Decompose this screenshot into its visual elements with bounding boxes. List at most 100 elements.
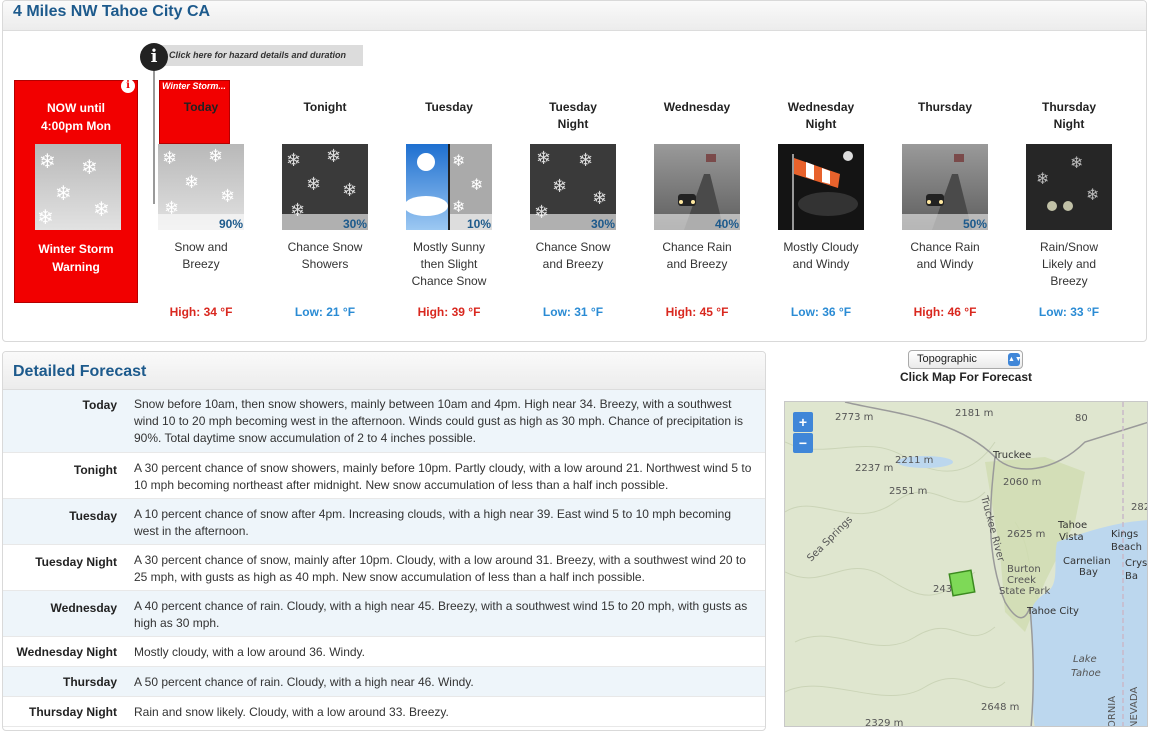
- forecast-row: Wednesday A 40 percent chance of rain. C…: [3, 591, 765, 637]
- period-temperature: High: 39 °F: [417, 305, 481, 319]
- map-layer-value: Topographic: [917, 353, 977, 365]
- svg-text:2060 m: 2060 m: [1003, 477, 1041, 488]
- period-name: Wednesday: [663, 100, 731, 114]
- map-canvas[interactable]: 2773 m 2181 m 80 2237 m 2211 m Truckee 2…: [785, 402, 1148, 727]
- hazard-period: NOW until 4:00pm Mon: [40, 101, 111, 133]
- svg-text:Kings: Kings: [1111, 529, 1138, 540]
- svg-text:Crys: Crys: [1125, 558, 1147, 569]
- svg-text:❄: ❄: [306, 174, 321, 195]
- period-tonight[interactable]: Tonight ❄ ❄ ❄ ❄ ❄ 30% Chance Snow Showers Low…: [270, 99, 380, 319]
- period-temperature: High: 45 °F: [665, 305, 729, 319]
- svg-text:❄: ❄: [1086, 185, 1099, 204]
- period-wednesday-night[interactable]: Wednesday Night Mostly Cloudy and Windy Lo…: [766, 99, 876, 319]
- svg-text:2181 m: 2181 m: [955, 408, 993, 419]
- precip-chance: 40%: [714, 217, 739, 231]
- period-name: Wednesday: [787, 100, 855, 114]
- forecast-row: Wednesday Night Mostly cloudy, with a lo…: [3, 637, 765, 667]
- precip-chance: 30%: [590, 217, 615, 231]
- location-title: 4 Miles NW Tahoe City CA: [13, 3, 211, 20]
- precip-chance: 50%: [962, 217, 987, 231]
- svg-text:2211 m: 2211 m: [895, 455, 933, 466]
- map-caption: Click Map For Forecast: [899, 370, 1033, 384]
- svg-text:Creek: Creek: [1007, 575, 1036, 586]
- period-thursday[interactable]: Thursday 50% Chance Rain and Windy High: …: [890, 99, 1000, 319]
- period-name: Thursday: [1041, 100, 1096, 114]
- map-layer-select[interactable]: Topographic ▲▼: [908, 350, 1023, 369]
- hazard-pointer-line: [153, 71, 155, 204]
- svg-text:Tahoe: Tahoe: [1071, 668, 1101, 679]
- period-name: Tuesday: [549, 100, 597, 114]
- svg-text:243: 243: [933, 584, 952, 595]
- row-period-label: Today: [82, 398, 117, 412]
- forecast-area-marker[interactable]: [948, 569, 976, 597]
- forecast-map[interactable]: 2773 m 2181 m 80 2237 m 2211 m Truckee 2…: [784, 401, 1148, 727]
- row-period-label: Wednesday Night: [16, 645, 117, 659]
- svg-text:2551 m: 2551 m: [889, 486, 927, 497]
- forecast-row: Today Snow before 10am, then snow shower…: [3, 390, 765, 453]
- svg-text:❄: ❄: [93, 197, 110, 221]
- svg-text:2237 m: 2237 m: [855, 463, 893, 474]
- svg-text:State Park: State Park: [999, 586, 1050, 597]
- panel-header: Detailed Forecast: [3, 352, 765, 390]
- detailed-forecast-title: Detailed Forecast: [13, 363, 147, 380]
- svg-text:❄: ❄: [536, 148, 551, 169]
- period-name: Tuesday: [425, 100, 473, 114]
- svg-text:❄: ❄: [326, 146, 341, 167]
- period-description: Chance Snow and Breezy: [535, 240, 611, 271]
- zoom-in-button[interactable]: +: [793, 412, 813, 432]
- period-today[interactable]: Today ❄ ❄ ❄ ❄ ❄ 90% Snow and Breezy High: 34 …: [146, 99, 256, 319]
- svg-text:2648 m: 2648 m: [981, 702, 1019, 713]
- period-temperature: Low: 21 °F: [294, 305, 356, 319]
- zoom-out-button[interactable]: −: [793, 433, 813, 453]
- precip-chance: 30%: [342, 217, 367, 231]
- period-temperature: High: 34 °F: [169, 305, 233, 319]
- period-thursday-night[interactable]: Thursday Night ❄ ❄ ❄ Rain/Snow Likely and Bre…: [1014, 99, 1124, 319]
- svg-text:❄: ❄: [470, 175, 483, 194]
- svg-text:Carnelian: Carnelian: [1063, 556, 1111, 567]
- period-name: Tonight: [303, 100, 347, 114]
- svg-text:❄: ❄: [39, 149, 56, 173]
- forecast-row: Thursday Night Rain and snow likely. Clo…: [3, 697, 765, 727]
- row-forecast-text: Rain and snow likely. Cloudy, with a low…: [134, 705, 449, 719]
- svg-text:❄: ❄: [1036, 169, 1049, 188]
- svg-text:❄: ❄: [37, 205, 54, 229]
- snow-image: ❄ ❄❄❄❄: [35, 144, 121, 230]
- hazard-warning-box[interactable]: i NOW until 4:00pm Mon ❄ ❄ ❄ ❄ ❄ Winter Stor…: [14, 79, 138, 303]
- info-icon[interactable]: i: [121, 79, 135, 93]
- period-description: Snow and Breezy: [174, 240, 228, 271]
- precip-chance: 90%: [218, 217, 243, 231]
- period-tuesday-night[interactable]: Tuesday Night ❄ ❄ ❄ ❄ ❄ 30% Chance Snow and Br…: [518, 99, 628, 319]
- svg-text:❄: ❄: [592, 188, 607, 209]
- period-description: Mostly Cloudy and Windy: [783, 240, 859, 271]
- svg-text:❄: ❄: [55, 181, 72, 205]
- forecast-row: Tonight A 30 percent chance of snow show…: [3, 453, 765, 499]
- svg-text:ORNIA: ORNIA: [1107, 696, 1118, 727]
- svg-text:❄: ❄: [452, 197, 465, 216]
- row-forecast-text: A 50 percent chance of rain. Cloudy, wit…: [134, 675, 474, 689]
- svg-text:2773 m: 2773 m: [835, 412, 873, 423]
- svg-text:282: 282: [1131, 502, 1148, 513]
- period-description: Chance Snow Showers: [287, 240, 363, 271]
- svg-text:❄: ❄: [452, 151, 465, 170]
- forecast-row: Tuesday A 10 percent chance of snow afte…: [3, 499, 765, 545]
- svg-text:80: 80: [1075, 413, 1088, 424]
- row-period-label: Wednesday: [50, 601, 117, 615]
- svg-text:❄: ❄: [162, 148, 177, 169]
- windsock-night-image: [778, 144, 864, 230]
- row-period-label: Tuesday: [69, 509, 117, 523]
- row-period-label: Tonight: [73, 463, 117, 477]
- period-temperature: Low: 31 °F: [542, 305, 604, 319]
- panel-header: 4 Miles NW Tahoe City CA: [3, 1, 1146, 31]
- svg-text:❄: ❄: [81, 155, 98, 179]
- hazard-details-link[interactable]: Click here for hazard details and durati…: [153, 45, 363, 66]
- svg-text:NEVADA: NEVADA: [1129, 687, 1140, 727]
- rain-snow-night-image: ❄❄❄: [1026, 144, 1112, 230]
- svg-text:2329 m: 2329 m: [865, 718, 903, 727]
- svg-text:Tahoe City: Tahoe City: [1026, 606, 1079, 617]
- info-icon[interactable]: i: [140, 43, 168, 71]
- svg-text:❄: ❄: [286, 150, 301, 171]
- period-wednesday[interactable]: Wednesday 40% Chance Rain and Breezy High…: [642, 99, 752, 319]
- svg-text:❄: ❄: [578, 150, 593, 171]
- row-period-label: Thursday: [62, 675, 117, 689]
- period-tuesday[interactable]: Tuesday ❄ ❄ ❄ 10% Mostly Sunny then Slight C…: [394, 99, 504, 319]
